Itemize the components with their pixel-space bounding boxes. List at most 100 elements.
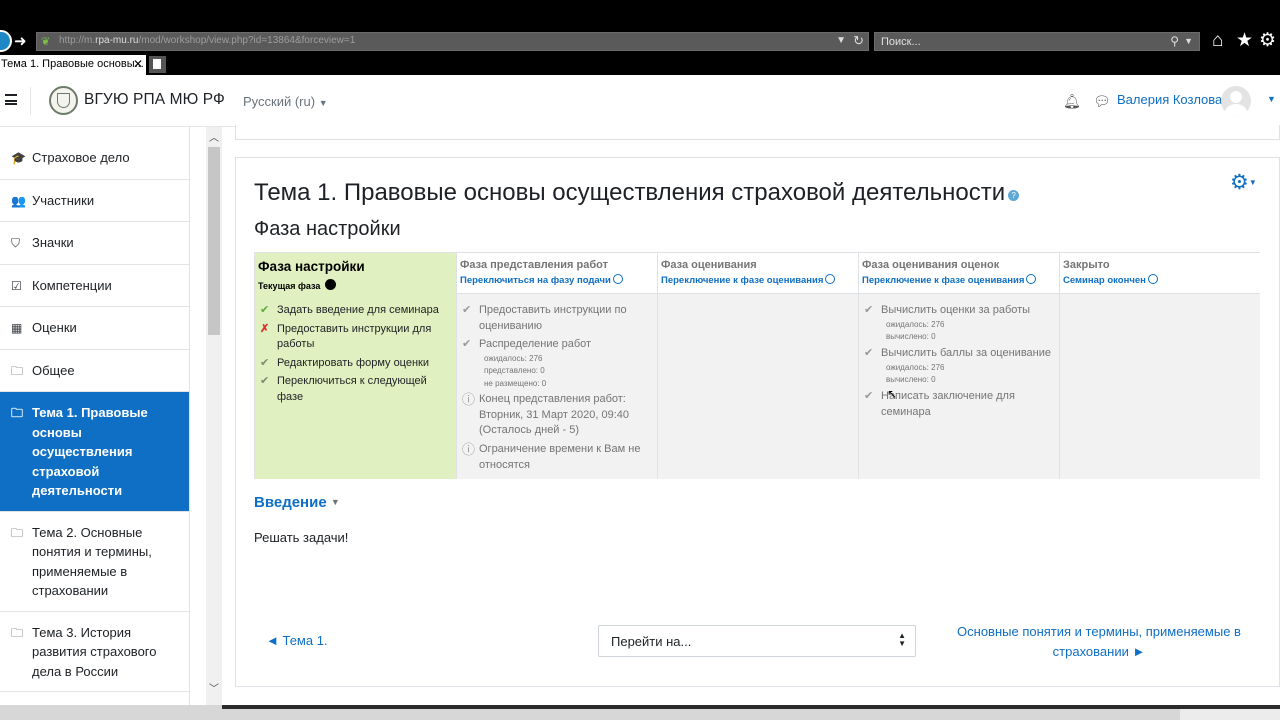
task-detail: вычислено: 0 — [886, 332, 936, 341]
sidebar-item[interactable]: ⛉ Значки — [0, 222, 189, 265]
phase-title: Фаза оценивания оценок — [862, 259, 1000, 271]
info-icon: ⓘ — [462, 442, 476, 457]
intro-toggle[interactable]: Введение ▼ — [254, 494, 340, 511]
new-tab-button[interactable] — [149, 56, 166, 73]
scrollbar-thumb[interactable] — [208, 147, 220, 335]
help-icon[interactable]: ? — [1008, 190, 1020, 201]
task-item: ✔ Вычислить баллы за оценивание ожидалось… — [864, 346, 1054, 387]
sidebar-item-label: Компетенции — [32, 277, 112, 293]
language-menu[interactable]: Русский (ru) ▼ — [243, 94, 328, 109]
users-icon: 👥 — [11, 193, 26, 208]
horizontal-scrollbar[interactable] — [0, 705, 1280, 720]
switch-phase-link[interactable]: Переключение к фазе оценивания — [661, 274, 836, 286]
favorites-icon[interactable]: ★ — [1236, 29, 1253, 52]
select-arrows-icon: ▲ ▼ — [898, 631, 906, 648]
intro-text: Решать задачи! — [254, 530, 349, 545]
check-icon: ✔ — [864, 390, 874, 402]
phase-switch-icon — [1026, 274, 1037, 284]
shield-icon: ⛉ — [11, 236, 21, 250]
phase-grading-evaluation: Фаза оценивания оценок Переключение к фа… — [858, 253, 1059, 479]
prev-activity-link[interactable]: ◄ Тема 1. — [266, 633, 328, 648]
user-menu-caret-icon[interactable]: ▼ — [1267, 94, 1276, 104]
sidebar-scrollbar[interactable]: ︿ ﹀ — [206, 127, 222, 705]
next-activity-link[interactable]: Основные понятия и термины, применяемые … — [954, 622, 1244, 662]
search-input[interactable]: Поиск... — [881, 36, 921, 48]
sidebar-item[interactable]: ▦ Оценки — [0, 307, 189, 350]
dropdown-icon[interactable]: ▼ — [836, 35, 846, 46]
browser-tab[interactable]: Тема 1. Правовые основы... ✕ — [0, 55, 146, 75]
sidebar-item-label: Значки — [32, 235, 74, 250]
sidebar-item-label: Тема 2. Основные понятия и термины, прим… — [32, 524, 152, 599]
task-detail: ожидалось: 276 — [484, 353, 543, 363]
folder-icon: 🗀 — [11, 363, 24, 378]
sidebar-item-label: Тема 1. Правовые основы осуществления ст… — [32, 405, 148, 498]
phase-title: Закрыто — [1063, 259, 1110, 271]
address-bar[interactable]: ❦ http://m.rpa-mu.ru/mod/workshop/view.p… — [36, 32, 869, 51]
checkbox-icon: ☑ — [11, 278, 22, 293]
notifications-icon[interactable]: 🔔︎ — [1063, 93, 1081, 110]
refresh-icon[interactable]: ↻ — [853, 33, 864, 49]
sidebar-item-label: Общее — [32, 362, 75, 378]
main-content: Тема 1. Правовые основы осуществления ст… — [222, 125, 1280, 705]
sidebar-item[interactable]: 🗀 Тема 3. История развития страхового дел… — [0, 611, 189, 692]
task-detail: ожидалось: 276 — [886, 319, 945, 329]
sidebar-item-label: Участники — [32, 192, 95, 208]
jump-to-select[interactable]: Перейти на... ▲ ▼ — [598, 625, 916, 657]
mouse-cursor: ↖ — [887, 387, 898, 401]
folder-icon: 🗀 — [11, 406, 24, 420]
page-icon — [0, 30, 12, 52]
sidebar-item[interactable]: 🗀Тема 4. Классификация — [0, 692, 189, 705]
sidebar-item[interactable]: 👥 Участники — [0, 179, 189, 222]
search-icon[interactable]: ⚲ — [1170, 34, 1179, 48]
avatar[interactable] — [1221, 86, 1251, 116]
site-logo[interactable] — [49, 86, 78, 115]
menu-toggle-icon[interactable] — [5, 94, 17, 105]
task-item: ✔ Редактировать форму оценки — [260, 356, 452, 372]
task-item: ✗ Предоставить инструкции для работы — [260, 322, 432, 351]
sidebar-item[interactable]: 🗀 Тема 2. Основные понятия и термины, при… — [0, 511, 189, 612]
hscroll-thumb[interactable] — [1180, 709, 1280, 720]
url-text: http://m.rpa-mu.ru/mod/workshop/view.php… — [59, 35, 356, 46]
tab-title: Тема 1. Правовые основы... — [1, 58, 144, 70]
info-icon: ⓘ — [462, 392, 476, 407]
site-name[interactable]: ВГУЮ РПА МЮ РФ — [84, 91, 225, 109]
sidebar-item[interactable]: ☑ Компетенции — [0, 264, 189, 307]
close-tab-icon[interactable]: ✕ — [133, 57, 143, 71]
switch-phase-link[interactable]: Семинар окончен — [1063, 274, 1158, 286]
phase-switch-icon — [1147, 274, 1158, 284]
phase-switch-icon — [612, 274, 623, 284]
search-dropdown-icon[interactable]: ▼ — [1184, 36, 1193, 46]
folder-icon: 🗀 — [11, 525, 24, 540]
sidebar-item[interactable]: 🗀 Общее — [0, 349, 189, 392]
search-bar[interactable]: Поиск... ⚲ ▼ — [874, 32, 1200, 51]
user-name[interactable]: Валерия Козлова — [1117, 92, 1222, 107]
browser-chrome: ➜ ❦ http://m.rpa-mu.ru/mod/workshop/view… — [0, 0, 1280, 75]
navbar-divider — [30, 87, 31, 115]
language-label: Русский (ru) — [243, 94, 316, 109]
task-item: ✔ Предоставить инструкции по оцениванию — [462, 304, 627, 332]
home-icon[interactable]: ⌂ — [1212, 30, 1223, 52]
task-item: ✔ Распределение работ ожидалось: 276 пред… — [462, 337, 652, 390]
sidebar-item-label: Страховое дело — [32, 150, 130, 165]
caret-down-icon: ▼ — [318, 98, 328, 108]
caret-down-icon: ▼ — [330, 497, 340, 507]
setup-task-list: ✔ Задать введение для семинара ✗ Предостав… — [260, 303, 452, 405]
task-item: ⓘ Ограничение времени к Вам не относятся — [462, 442, 641, 471]
phase-title: Фаза представления работ — [460, 259, 609, 271]
messages-icon[interactable]: 💬︎ — [1093, 93, 1111, 110]
sidebar-item[interactable]: 🎓 Страховое дело — [0, 137, 189, 180]
switch-phase-link[interactable]: Переключиться на фазу подачи — [460, 274, 623, 286]
settings-icon[interactable]: ⚙ — [1259, 29, 1276, 52]
phases-table: Фаза настройки Текущая фаза ✔ Задать введ… — [254, 252, 1260, 479]
phase-header: Закрыто Семинар окончен — [1060, 253, 1260, 294]
sidebar-item[interactable]: 🗀 Тема 1. Правовые основы осуществления с… — [0, 392, 189, 512]
task-item: ⓘ Конец представления работ: Вторник, 31 … — [462, 392, 630, 436]
scroll-down-icon[interactable]: ﹀ — [209, 680, 219, 695]
task-detail: представлено: 0 — [484, 366, 545, 375]
settings-gear-menu[interactable]: ⚙▼ — [1230, 170, 1257, 195]
switch-phase-link[interactable]: Переключение к фазе оценивания — [862, 274, 1037, 286]
forward-icon[interactable]: ➜ — [14, 32, 27, 50]
folder-icon: 🗀 — [11, 625, 24, 640]
task-detail: ожидалось: 276 — [886, 362, 945, 372]
scroll-up-icon[interactable]: ︿ — [209, 129, 219, 144]
